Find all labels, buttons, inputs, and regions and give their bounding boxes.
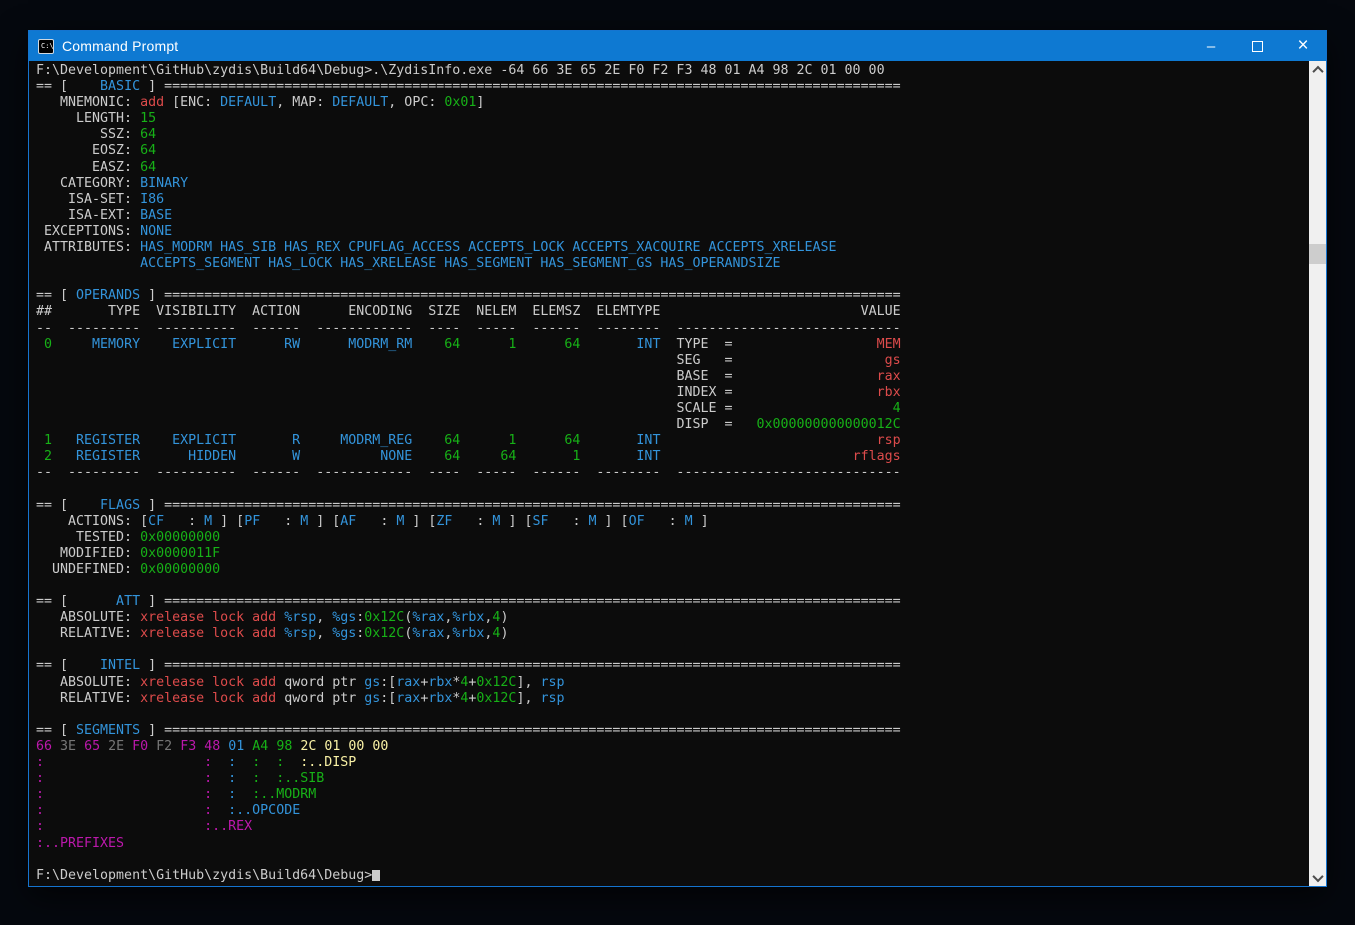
console-line: ACTIONS: [CF : M ] [PF : M ] [AF : M ] […: [36, 514, 1309, 530]
text-cursor: [372, 870, 380, 881]
console-line: DISP = 0x000000000000012C: [36, 417, 1309, 433]
cmd-icon: C:\: [38, 39, 54, 54]
console-line: == [ INTEL ] ===========================…: [36, 658, 1309, 674]
close-button[interactable]: ×: [1280, 31, 1326, 61]
console-line: -- --------- ---------- ------ ---------…: [36, 465, 1309, 481]
console-line: == [ ATT ] =============================…: [36, 594, 1309, 610]
console-line: 0 MEMORY EXPLICIT RW MODRM_RM 64 1 64 IN…: [36, 337, 1309, 353]
console-line: [36, 852, 1309, 868]
console-line: ABSOLUTE: xrelease lock add %rsp, %gs:0x…: [36, 610, 1309, 626]
console-line: : : : :..MODRM: [36, 787, 1309, 803]
console-line: [36, 642, 1309, 658]
console-line: MODIFIED: 0x0000011F: [36, 546, 1309, 562]
console-output: F:\Development\GitHub\zydis\Build64\Debu…: [29, 61, 1309, 886]
console-line: : :..REX: [36, 819, 1309, 835]
console-line: ATTRIBUTES: HAS_MODRM HAS_SIB HAS_REX CP…: [36, 240, 1309, 256]
console-line: 1 REGISTER EXPLICIT R MODRM_REG 64 1 64 …: [36, 433, 1309, 449]
console-line: UNDEFINED: 0x00000000: [36, 562, 1309, 578]
console-line: CATEGORY: BINARY: [36, 176, 1309, 192]
console-line: EOSZ: 64: [36, 143, 1309, 159]
console-line: == [ FLAGS ] ===========================…: [36, 498, 1309, 514]
desktop: { "window": { "title": "Command Prompt",…: [0, 0, 1355, 925]
console-line: MNEMONIC: add [ENC: DEFAULT, MAP: DEFAUL…: [36, 95, 1309, 111]
titlebar[interactable]: C:\ Command Prompt – ×: [29, 31, 1326, 61]
maximize-button[interactable]: [1234, 31, 1280, 61]
console-line: EASZ: 64: [36, 160, 1309, 176]
console-line: ABSOLUTE: xrelease lock add qword ptr gs…: [36, 675, 1309, 691]
console-line: INDEX = rbx: [36, 385, 1309, 401]
console-line: == [ OPERANDS ] ========================…: [36, 288, 1309, 304]
console-line: [36, 272, 1309, 288]
command-prompt-window: C:\ Command Prompt – × F:\Development\Gi…: [28, 30, 1327, 887]
console-line: TESTED: 0x00000000: [36, 530, 1309, 546]
close-icon: ×: [1297, 35, 1308, 57]
console-line: BASE = rax: [36, 369, 1309, 385]
console-line: ACCEPTS_SEGMENT HAS_LOCK HAS_XRELEASE HA…: [36, 256, 1309, 272]
window-title: Command Prompt: [62, 38, 178, 54]
console-line: SEG = gs: [36, 353, 1309, 369]
console-line: SSZ: 64: [36, 127, 1309, 143]
minimize-icon: –: [1207, 38, 1215, 55]
console-line: F:\Development\GitHub\zydis\Build64\Debu…: [36, 868, 1309, 884]
console-line: [36, 707, 1309, 723]
minimize-button[interactable]: –: [1188, 31, 1234, 61]
console-line: SCALE = 4: [36, 401, 1309, 417]
console-line: : : :..OPCODE: [36, 803, 1309, 819]
chevron-up-icon: [1312, 65, 1323, 76]
console-line: == [ BASIC ] ===========================…: [36, 79, 1309, 95]
console-line: [36, 481, 1309, 497]
console-line: 2 REGISTER HIDDEN W NONE 64 64 1 INT rfl…: [36, 449, 1309, 465]
scrollbar-thumb[interactable]: [1309, 244, 1326, 264]
console-line: -- --------- ---------- ------ ---------…: [36, 321, 1309, 337]
console-line: == [ SEGMENTS ] ========================…: [36, 723, 1309, 739]
scrollbar[interactable]: [1309, 61, 1326, 886]
console-line: [36, 578, 1309, 594]
console-line: : : : : : :..DISP: [36, 755, 1309, 771]
console-line: : : : : :..SIB: [36, 771, 1309, 787]
console-line: RELATIVE: xrelease lock add qword ptr gs…: [36, 691, 1309, 707]
console-line: 66 3E 65 2E F0 F2 F3 48 01 A4 98 2C 01 0…: [36, 739, 1309, 755]
console-line: :..PREFIXES: [36, 836, 1309, 852]
window-controls: – ×: [1188, 31, 1326, 61]
chevron-down-icon: [1312, 870, 1323, 881]
console-line: ISA-EXT: BASE: [36, 208, 1309, 224]
scroll-up-button[interactable]: [1309, 61, 1326, 78]
console-line: ISA-SET: I86: [36, 192, 1309, 208]
console-line: EXCEPTIONS: NONE: [36, 224, 1309, 240]
console-line: RELATIVE: xrelease lock add %rsp, %gs:0x…: [36, 626, 1309, 642]
maximize-icon: [1252, 41, 1263, 52]
scroll-down-button[interactable]: [1309, 869, 1326, 886]
console-line: F:\Development\GitHub\zydis\Build64\Debu…: [36, 63, 1309, 79]
console-line: ## TYPE VISIBILITY ACTION ENCODING SIZE …: [36, 304, 1309, 320]
console-line: LENGTH: 15: [36, 111, 1309, 127]
